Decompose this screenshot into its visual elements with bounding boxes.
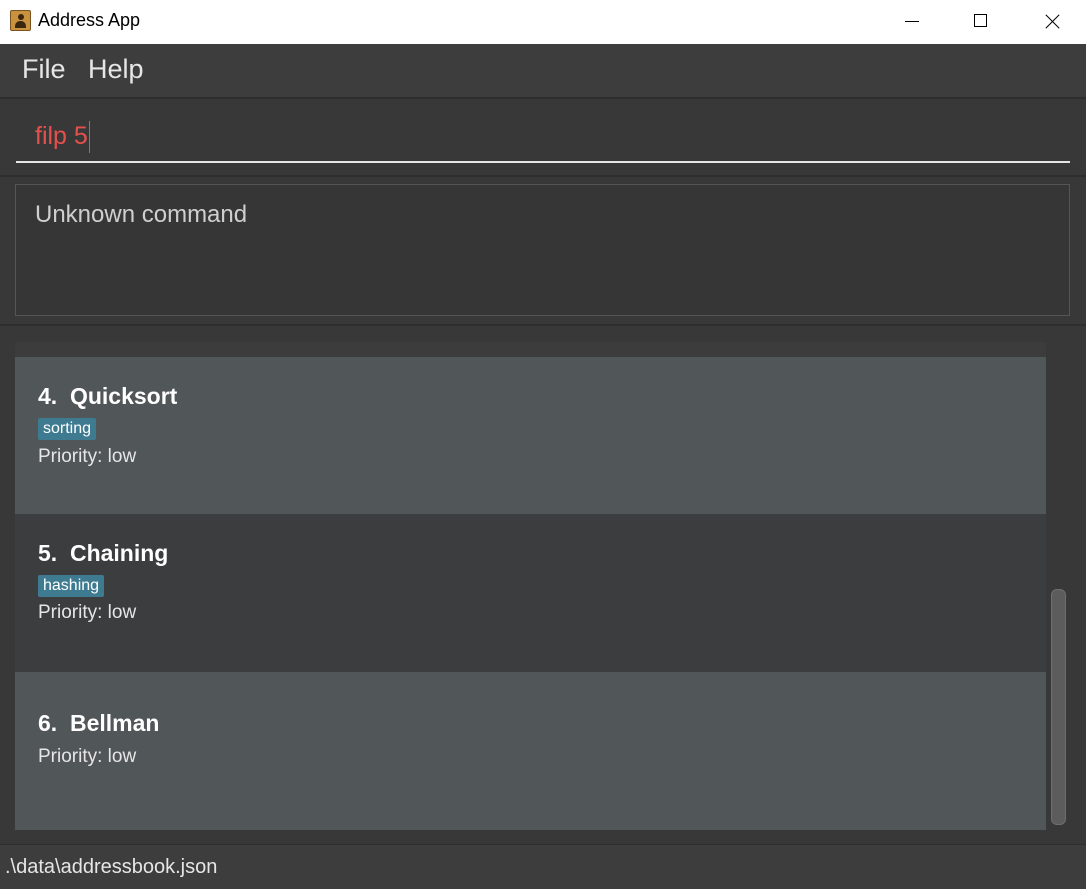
title-bar: Address App [0, 0, 1086, 44]
text-caret [88, 121, 90, 154]
list-card[interactable]: 5. Chaining hashing Priority: low [15, 514, 1046, 672]
address-book-icon [10, 10, 31, 31]
menu-help[interactable]: Help [88, 54, 144, 85]
minimize-button[interactable] [876, 0, 946, 44]
menu-bar: File Help [0, 44, 1086, 99]
minimize-icon [905, 21, 919, 22]
command-input-text: filp 5 [35, 122, 88, 150]
card-title: 6. Bellman [38, 710, 160, 736]
maximize-icon [974, 14, 987, 27]
close-button[interactable] [1016, 0, 1086, 44]
scrollbar-thumb[interactable] [1051, 589, 1066, 825]
result-message: Unknown command [35, 201, 248, 228]
command-box-area: filp 5 [0, 99, 1086, 177]
save-location-path: .\data\addressbook.json [5, 856, 218, 878]
card-title: 4. Quicksort [38, 383, 178, 409]
person-list-panel: 4. Quicksort sorting Priority: low 5. Ch… [0, 326, 1086, 844]
tag-badge: sorting [38, 418, 97, 440]
result-display: Unknown command [15, 184, 1070, 316]
menu-file[interactable]: File [22, 54, 66, 85]
list-card[interactable]: 4. Quicksort sorting Priority: low [15, 357, 1046, 514]
result-display-area: Unknown command [0, 177, 1086, 326]
tag-badge: hashing [38, 575, 105, 597]
list-card[interactable]: 6. Bellman Priority: low [15, 672, 1046, 830]
list-card-partial [15, 342, 1046, 357]
maximize-button[interactable] [946, 0, 1016, 44]
card-priority: Priority: low [38, 746, 137, 767]
card-title: 5. Chaining [38, 540, 169, 566]
command-input[interactable]: filp 5 [16, 113, 1070, 163]
status-bar: .\data\addressbook.json [0, 844, 1086, 889]
window-title: Address App [38, 10, 141, 30]
card-priority: Priority: low [38, 602, 137, 623]
card-priority: Priority: low [38, 446, 137, 467]
